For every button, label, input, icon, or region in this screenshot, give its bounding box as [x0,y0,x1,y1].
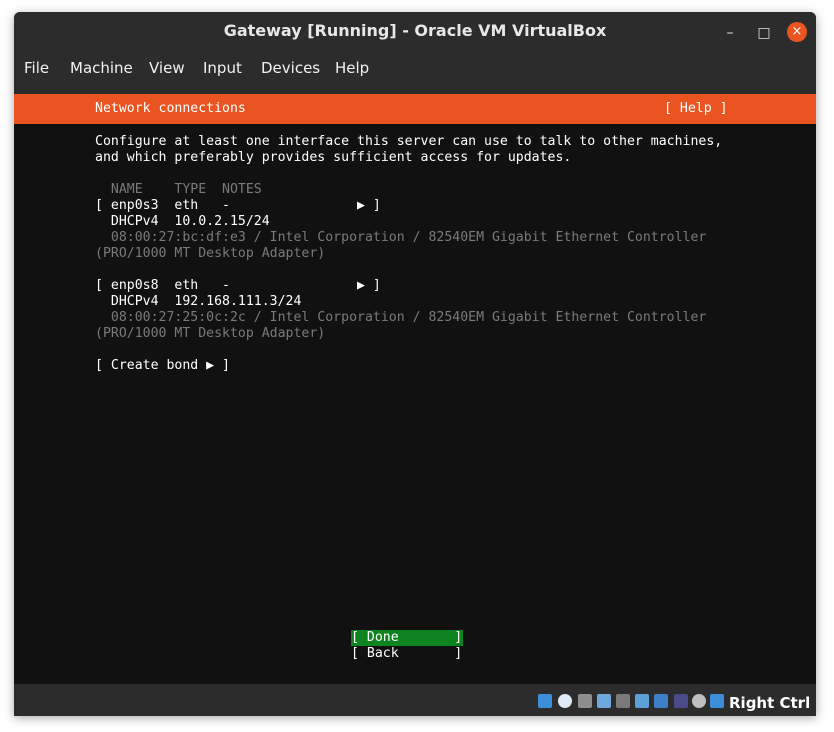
back-button[interactable]: [ Back ] [351,646,462,662]
menu-input[interactable]: Input [203,59,242,77]
window-title: Gateway [Running] - Oracle VM VirtualBox [223,21,607,40]
keyboard-capture-icon[interactable] [710,694,724,708]
help-button[interactable]: [ Help ] [664,101,728,117]
interface-hw-enp0s8: 08:00:27:25:0c:2c / Intel Corporation / … [95,310,707,325]
optical-drive-icon[interactable] [558,694,572,708]
page-title: Network connections [95,101,246,116]
menu-bar: File Machine View Input Devices Help [14,50,816,86]
minimize-icon[interactable]: – [720,23,740,43]
maximize-icon[interactable]: □ [754,23,774,43]
interface-address-enp0s8: DHCPv4 192.168.111.3/24 [95,294,302,309]
done-button[interactable]: [ Done ] [351,630,463,646]
close-icon[interactable]: × [787,22,807,42]
usb-icon[interactable] [616,694,630,708]
video-capture-icon[interactable] [674,694,688,708]
interface-row-enp0s8[interactable]: [ enp0s8 eth - ▶ ] [95,278,381,294]
display-icon[interactable] [654,694,668,708]
installer-header: Network connections [ Help ] [14,94,816,124]
interface-hw2-enp0s8: (PRO/1000 MT Desktop Adapter) [95,326,326,341]
audio-icon[interactable] [578,694,592,708]
network-icon[interactable] [597,694,611,708]
menu-help[interactable]: Help [335,59,369,77]
vm-screen[interactable]: Network connections [ Help ] Configure a… [14,94,816,684]
shared-folders-icon[interactable] [635,694,649,708]
menu-view[interactable]: View [149,59,185,77]
interface-hw2-enp0s3: (PRO/1000 MT Desktop Adapter) [95,246,326,261]
menu-machine[interactable]: Machine [70,59,133,77]
menu-file[interactable]: File [24,59,49,77]
create-bond-button[interactable]: [ Create bond ▶ ] [95,358,230,374]
hard-disk-icon[interactable] [538,694,552,708]
interface-row-enp0s3[interactable]: [ enp0s3 eth - ▶ ] [95,198,381,214]
title-bar[interactable]: Gateway [Running] - Oracle VM VirtualBox… [14,12,816,50]
intro-line-2: and which preferably provides sufficient… [95,150,572,165]
interface-address-enp0s3: DHCPv4 10.0.2.15/24 [95,214,270,229]
status-bar: Right Ctrl [14,688,816,716]
interface-hw-enp0s3: 08:00:27:bc:df:e3 / Intel Corporation / … [95,230,707,245]
virtualization-icon [692,694,706,708]
columns-header: NAME TYPE NOTES [95,182,262,197]
host-key-label: Right Ctrl [729,694,811,712]
menu-devices[interactable]: Devices [261,59,320,77]
intro-line-1: Configure at least one interface this se… [95,134,723,149]
virtualbox-window: Gateway [Running] - Oracle VM VirtualBox… [14,12,816,716]
